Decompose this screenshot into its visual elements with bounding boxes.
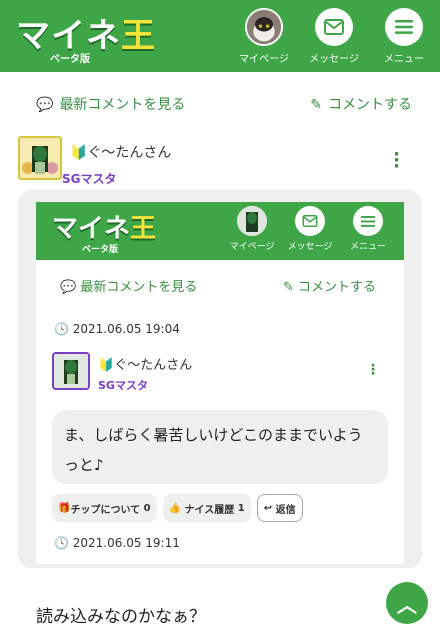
embedded-reply-button: ↩ 返信: [256, 494, 303, 522]
thumbs-up-icon: 👍: [168, 502, 182, 514]
pencil-icon: ✎: [310, 97, 322, 113]
embedded-tip-button: 🎁 チップについて 0: [52, 494, 157, 522]
user-avatar[interactable]: [18, 136, 62, 180]
speech-bubble-icon: 💬: [36, 97, 54, 113]
clock-icon: 🕓: [54, 536, 73, 550]
reply-icon: ↩: [263, 502, 276, 514]
embedded-menu-icon: [353, 206, 383, 236]
menu-icon: [385, 8, 423, 46]
clock-icon: 🕓: [54, 322, 73, 336]
embedded-logo-sub: ベータ版: [82, 245, 119, 255]
speech-bubble-icon: 💬: [60, 279, 81, 295]
embedded-nav-mypage: マイページ: [224, 206, 280, 252]
user-name[interactable]: ぐ〜たんさん: [87, 145, 171, 161]
embedded-screenshot[interactable]: マイネ王 ベータ版 マイページ メッセージ メニュー 💬 最新コメントを見る ✎…: [36, 202, 404, 564]
embedded-user-avatar: [52, 352, 90, 390]
embedded-comment: ✎ コメントする: [282, 279, 376, 295]
gift-icon: 🎁: [58, 502, 71, 514]
post-user-header: 🔰ぐ〜たんさん SGマスタ: [18, 136, 422, 188]
more-options-icon[interactable]: · · ·: [393, 146, 400, 176]
embedded-nav-message: メッセージ: [282, 206, 338, 252]
chevron-up-icon: ︿: [397, 592, 417, 617]
nav-mypage-button[interactable]: マイページ: [234, 8, 294, 65]
embedded-buttons: 🎁 チップについて 0 👍 ナイス履歴 1 ↩ 返信: [36, 484, 404, 522]
logo-sub: ベータ版: [50, 54, 90, 65]
beginner-mark-icon: 🔰: [98, 358, 115, 373]
nav-message-button[interactable]: メッセージ: [304, 8, 364, 65]
scroll-top-button[interactable]: ︿: [386, 582, 428, 624]
latest-comments-link[interactable]: 💬 最新コメントを見る: [36, 94, 185, 114]
embedded-message: ま、しばらく暑苦しいけどこのままでいようっと♪: [52, 410, 388, 484]
mail-icon: [315, 8, 353, 46]
embedded-action-bar: 💬 最新コメントを見る ✎ コメントする: [36, 260, 404, 310]
embedded-logo: マイネ王: [52, 214, 157, 244]
beginner-mark-icon: 🔰: [70, 145, 88, 161]
embedded-nice-button: 👍 ナイス履歴 1: [162, 494, 251, 522]
nav-menu-label: メニュー: [384, 54, 424, 65]
embedded-header: マイネ王 ベータ版 マイページ メッセージ メニュー: [36, 202, 404, 260]
embedded-user-header: 🔰ぐ〜たんさん SGマスタ ⋮: [36, 352, 404, 410]
embedded-date-bottom: 🕓 2021.06.05 19:11: [54, 536, 180, 550]
comment-link[interactable]: ✎ コメントする: [310, 94, 412, 114]
pencil-icon: ✎: [282, 279, 298, 295]
post-screenshot-bubble: マイネ王 ベータ版 マイページ メッセージ メニュー 💬 最新コメントを見る ✎…: [18, 190, 422, 568]
post-text: 読み込みなのかなぁ？: [36, 607, 206, 627]
avatar-icon: [245, 8, 283, 46]
embedded-more-icon: ⋮: [366, 362, 380, 378]
nav-menu-button[interactable]: メニュー: [374, 8, 434, 65]
embedded-latest-comments: 💬 最新コメントを見る: [60, 279, 198, 295]
comment-post: 🔰ぐ〜たんさん SGマスタ · · · マイネ王 ベータ版 マイページ メッセー…: [0, 136, 440, 568]
embedded-nav-menu: メニュー: [340, 206, 396, 252]
nav-mypage-label: マイページ: [239, 54, 289, 65]
embedded-mail-icon: [295, 206, 325, 236]
nav-message-label: メッセージ: [309, 54, 359, 65]
embedded-avatar-icon: [237, 206, 267, 236]
action-bar: 💬 最新コメントを見る ✎ コメントする: [0, 72, 440, 136]
embedded-user-badge: SGマスタ: [98, 379, 148, 392]
app-header: マイネ王 ベータ版 マイページ メッセージ メニュー: [0, 0, 440, 72]
embedded-date-top: 🕓 2021.06.05 19:04: [54, 322, 180, 336]
user-badge: SGマスタ: [62, 172, 117, 186]
